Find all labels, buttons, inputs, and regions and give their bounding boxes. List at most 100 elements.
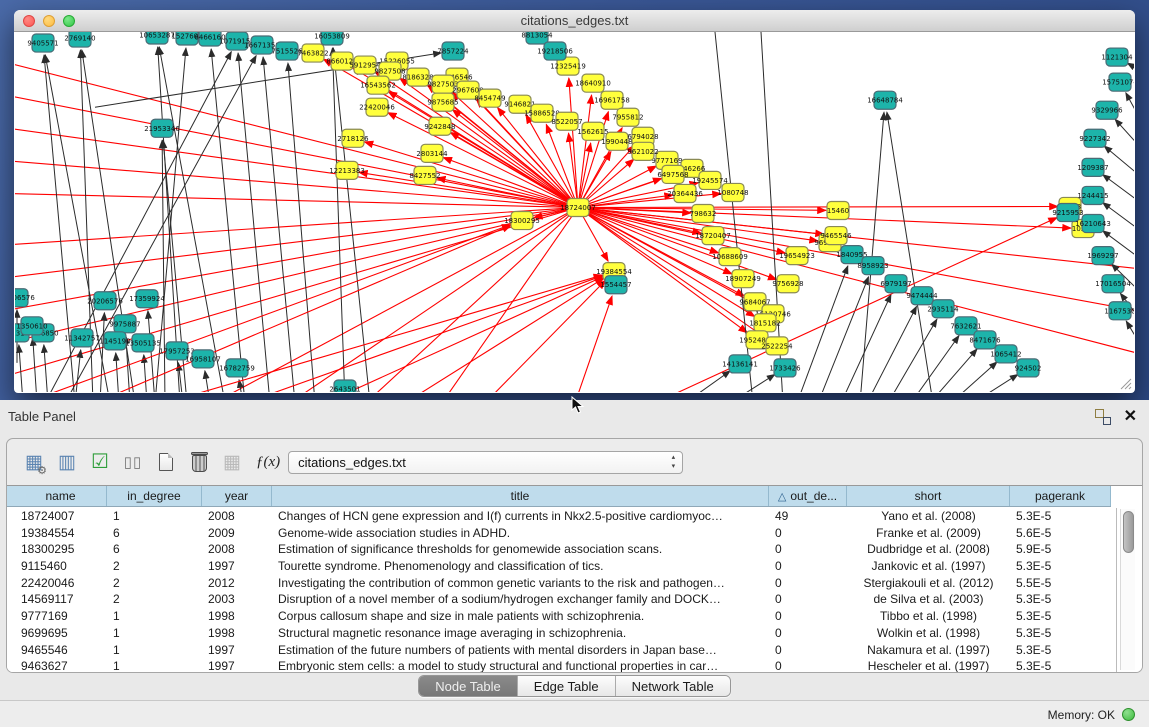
graph-node[interactable]: 9227342 [1079, 129, 1110, 147]
graph-node[interactable]: 19654923 [779, 247, 815, 265]
table-options-icon[interactable]: ▦ ⚙ [21, 449, 47, 475]
table-row[interactable]: 911546021997Tourette syndrome. Phenomeno… [7, 558, 1116, 575]
delete-table-icon[interactable] [186, 449, 212, 475]
table-row[interactable]: 1830029562008Estimation of significance … [7, 541, 1116, 558]
column-header-pagerank[interactable]: pagerank [1010, 486, 1111, 506]
graph-node[interactable]: 798632 [690, 204, 717, 222]
graph-node[interactable]: 15460 [827, 201, 849, 219]
graph-node-label: 16210643 [1075, 220, 1111, 228]
graph-node[interactable]: 10653287 [139, 32, 175, 44]
graph-node[interactable]: 2522254 [761, 337, 793, 355]
column-header-title[interactable]: title [272, 486, 769, 506]
scrollbar-thumb[interactable] [1123, 511, 1134, 553]
graph-node[interactable]: 6497568 [657, 165, 688, 183]
table-scrollbar[interactable] [1120, 509, 1135, 670]
graph-node[interactable]: 16782759 [219, 359, 255, 377]
table-row[interactable]: 1938455462009Genome-wide association stu… [7, 525, 1116, 542]
graph-node[interactable]: 1167530 [1104, 302, 1134, 320]
graph-node[interactable]: 1969297 [1087, 247, 1118, 265]
graph-node[interactable]: 9465546 [820, 227, 852, 245]
graph-node[interactable]: 18640910 [575, 74, 611, 92]
graph-node[interactable]: 1733426 [769, 359, 801, 377]
graph-node[interactable]: 16053809 [314, 32, 350, 45]
table-cell: 1998 [202, 625, 272, 642]
graph-node[interactable]: 26206576 [15, 289, 35, 307]
graph-node[interactable]: 924502 [1015, 359, 1042, 377]
graph-node[interactable]: 2803144 [416, 144, 448, 162]
new-table-icon[interactable] [153, 449, 179, 475]
graph-node[interactable]: 18300295 [504, 211, 540, 229]
network-view-canvas[interactable]: 1872400718300295193845549777169746266649… [15, 32, 1134, 392]
graph-node[interactable]: 1121304 [1101, 48, 1133, 66]
table-row[interactable]: 1456911722003Disruption of a novel membe… [7, 591, 1116, 608]
graph-node[interactable]: 9975887 [109, 315, 140, 333]
graph-node[interactable]: 9621022 [627, 142, 658, 160]
deselect-rows-icon[interactable]: ▯▯ [120, 449, 146, 475]
graph-node[interactable]: 1065412 [990, 345, 1021, 363]
show-columns-icon[interactable]: ▥ [54, 449, 80, 475]
graph-node[interactable]: 9756928 [772, 275, 803, 293]
memory-status-indicator[interactable] [1122, 708, 1135, 721]
graph-node[interactable]: 8427552 [409, 166, 440, 184]
graph-node[interactable]: 8454749 [474, 89, 505, 107]
graph-node[interactable]: 9215953 [1052, 203, 1083, 221]
graph-node[interactable]: 6979197 [880, 275, 911, 293]
tab-network-table[interactable]: Network Table [616, 676, 730, 696]
graph-node[interactable]: 9329966 [1091, 101, 1123, 119]
float-panel-icon[interactable] [1095, 409, 1111, 425]
graph-node[interactable]: 15751074 [1102, 73, 1134, 91]
table-selector-dropdown[interactable]: citations_edges.txt ▴▾ [288, 451, 683, 474]
graph-node[interactable]: 7857224 [437, 42, 469, 60]
graph-node-label: 1065412 [990, 350, 1021, 358]
table-cell: 5.6E-5 [1010, 525, 1111, 542]
network-window-titlebar[interactable]: citations_edges.txt [14, 10, 1135, 32]
column-header-in_degree[interactable]: in_degree [107, 486, 202, 506]
graph-node[interactable]: 1244415 [1077, 186, 1108, 204]
graph-node-label: 8958923 [857, 262, 888, 270]
graph-node[interactable]: 1145190 [99, 332, 130, 350]
column-header-out_de[interactable]: △out_de... [769, 486, 847, 506]
graph-node[interactable]: 1554457 [600, 276, 631, 294]
column-header-name[interactable]: name [15, 486, 107, 506]
graph-node[interactable]: 9875685 [427, 93, 458, 111]
column-header-short[interactable]: short [847, 486, 1010, 506]
network-window[interactable]: citations_edges.txt 18724007183002951938… [14, 10, 1135, 393]
graph-node[interactable]: 1350610 [16, 317, 47, 335]
select-all-rows-icon[interactable]: ☑ [87, 449, 113, 475]
graph-node[interactable]: 1209387 [1077, 158, 1108, 176]
graph-node[interactable]: 17359924 [129, 290, 165, 308]
graph-node[interactable]: 9242848 [424, 117, 455, 135]
graph-node[interactable]: 1815182 [749, 314, 780, 332]
graph-node[interactable]: 2935114 [927, 300, 959, 318]
table-row[interactable]: 946362711997Embryonic stem cells: a mode… [7, 658, 1116, 672]
graph-edge [685, 371, 730, 392]
graph-node[interactable]: 7515526 [271, 42, 303, 60]
window-resize-grip[interactable] [1118, 376, 1132, 390]
graph-node[interactable]: 2769140 [64, 32, 95, 47]
graph-node[interactable]: 2718126 [337, 129, 369, 147]
graph-node[interactable]: 20364436 [667, 184, 703, 202]
graph-node[interactable]: 7955812 [612, 108, 643, 126]
table-row[interactable]: 977716911998Corpus callosum shape and si… [7, 608, 1116, 625]
tab-edge-table[interactable]: Edge Table [518, 676, 616, 696]
table-row[interactable]: 946554611997Estimation of the future num… [7, 642, 1116, 659]
function-builder-icon[interactable]: ƒ(x) [256, 454, 280, 471]
graph-node[interactable]: 1080748 [717, 183, 748, 201]
graph-node-label: 17016504 [1095, 280, 1131, 288]
graph-edge [263, 57, 295, 392]
table-row[interactable]: 2242004622012Investigating the contribut… [7, 575, 1116, 592]
graph-node[interactable]: 16961758 [594, 91, 630, 109]
tab-node-table[interactable]: Node Table [419, 676, 518, 696]
graph-node[interactable]: 18720407 [695, 227, 731, 245]
column-header-year[interactable]: year [202, 486, 272, 506]
graph-node[interactable]: 16648784 [867, 91, 903, 109]
graph-node-label: 9621022 [627, 148, 658, 156]
table-row[interactable]: 969969511998Structural magnetic resonanc… [7, 625, 1116, 642]
graph-node[interactable]: 9405571 [27, 34, 58, 52]
close-panel-icon[interactable]: ✕ [1124, 406, 1137, 426]
graph-node[interactable]: 8958923 [857, 257, 888, 275]
graph-node[interactable]: 2643501 [329, 380, 360, 392]
graph-node-label: 1815182 [749, 319, 780, 327]
table-row[interactable]: 1872400712008Changes of HCN gene express… [7, 508, 1116, 525]
network-view[interactable]: 1872400718300295193845549777169746266649… [15, 32, 1134, 392]
